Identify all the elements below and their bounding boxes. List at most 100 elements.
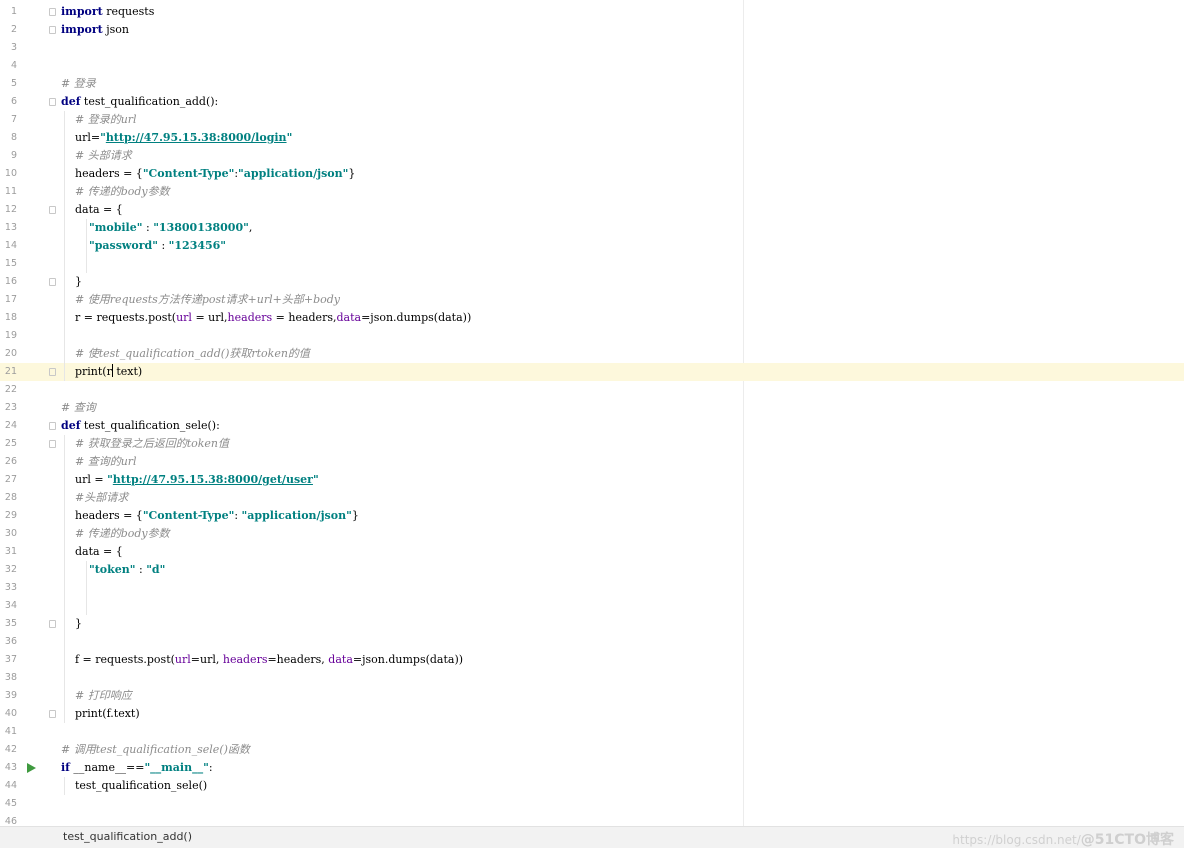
code-line[interactable]: 26 # 查询的url <box>0 453 1184 471</box>
code-text[interactable]: data = { <box>61 543 123 561</box>
fold-marker-icon[interactable] <box>49 8 56 16</box>
code-text[interactable]: data = { <box>61 201 123 219</box>
code-line[interactable]: 30 # 传递的body参数 <box>0 525 1184 543</box>
code-line[interactable]: 25 # 获取登录之后返回的token值 <box>0 435 1184 453</box>
indent-guide <box>64 777 65 795</box>
code-text[interactable]: def test_qualification_sele(): <box>61 417 220 435</box>
code-line[interactable]: 14 "password" : "123456" <box>0 237 1184 255</box>
code-line[interactable]: 38 <box>0 669 1184 687</box>
code-line[interactable]: 34 <box>0 597 1184 615</box>
code-line[interactable]: 6 def test_qualification_add(): <box>0 93 1184 111</box>
code-text[interactable]: import requests <box>61 3 154 21</box>
line-number: 46 <box>4 816 17 826</box>
code-lines[interactable]: 1 import requests 2 import json 3 4 5 # 登录 6 def … <box>0 3 1184 826</box>
code-line[interactable]: 20 # 使test_qualification_add()获取rtoken的值 <box>0 345 1184 363</box>
code-line[interactable]: 10 headers = {"Content-Type":"applicatio… <box>0 165 1184 183</box>
code-text[interactable]: "mobile" : "13800138000", <box>61 219 252 237</box>
code-line[interactable]: 27 url = "http://47.95.15.38:8000/get/us… <box>0 471 1184 489</box>
code-text[interactable]: # 传递的body参数 <box>61 183 170 201</box>
code-text[interactable]: # 登录的url <box>61 111 137 129</box>
code-token: url = <box>61 473 108 486</box>
code-line[interactable]: 22 <box>0 381 1184 399</box>
code-line[interactable]: 35 } <box>0 615 1184 633</box>
code-text[interactable]: # 查询 <box>61 399 96 417</box>
code-editor[interactable]: 1 import requests 2 import json 3 4 5 # 登录 6 def … <box>0 0 1184 826</box>
code-line[interactable]: 17 # 使用requests方法传递post请求+url+头部+body <box>0 291 1184 309</box>
code-text[interactable]: f = requests.post(url=url, headers=heade… <box>61 651 463 669</box>
run-icon[interactable] <box>27 763 36 773</box>
code-line[interactable]: 7 # 登录的url <box>0 111 1184 129</box>
fold-marker-icon[interactable] <box>49 98 56 106</box>
code-line[interactable]: 9 # 头部请求 <box>0 147 1184 165</box>
fold-marker-icon[interactable] <box>49 710 56 718</box>
code-line[interactable]: 1 import requests <box>0 3 1184 21</box>
breadcrumb-function[interactable]: test_qualification_add() <box>63 830 192 843</box>
code-text[interactable]: if __name__=="__main__": <box>61 759 213 777</box>
code-line[interactable]: 19 <box>0 327 1184 345</box>
code-line[interactable]: 15 <box>0 255 1184 273</box>
code-text[interactable]: # 查询的url <box>61 453 137 471</box>
code-text[interactable]: test_qualification_sele() <box>61 777 207 795</box>
code-text[interactable]: print(r text) <box>61 363 142 381</box>
fold-marker-icon[interactable] <box>49 620 56 628</box>
code-text[interactable]: # 登录 <box>61 75 96 93</box>
code-text[interactable]: # 使test_qualification_add()获取rtoken的值 <box>61 345 310 363</box>
code-line[interactable]: 24 def test_qualification_sele(): <box>0 417 1184 435</box>
code-text[interactable]: headers = {"Content-Type": "application/… <box>61 507 359 525</box>
code-line[interactable]: 39 # 打印响应 <box>0 687 1184 705</box>
code-line[interactable]: 12 data = { <box>0 201 1184 219</box>
code-line[interactable]: 44 test_qualification_sele() <box>0 777 1184 795</box>
code-line[interactable]: 33 <box>0 579 1184 597</box>
code-line[interactable]: 31 data = { <box>0 543 1184 561</box>
code-text[interactable]: print(f.text) <box>61 705 140 723</box>
code-line[interactable]: 18 r = requests.post(url = url,headers =… <box>0 309 1184 327</box>
code-text[interactable]: #头部请求 <box>61 489 128 507</box>
code-token: # 打印响应 <box>75 689 132 702</box>
fold-marker-icon[interactable] <box>49 368 56 376</box>
code-token: "d" <box>146 563 166 576</box>
code-text[interactable]: url = "http://47.95.15.38:8000/get/user" <box>61 471 319 489</box>
fold-marker-icon[interactable] <box>49 206 56 214</box>
code-line[interactable]: 16 } <box>0 273 1184 291</box>
code-text[interactable]: headers = {"Content-Type":"application/j… <box>61 165 355 183</box>
code-line[interactable]: 3 <box>0 39 1184 57</box>
code-line[interactable]: 28 #头部请求 <box>0 489 1184 507</box>
code-line[interactable]: 8 url="http://47.95.15.38:8000/login" <box>0 129 1184 147</box>
code-text[interactable]: def test_qualification_add(): <box>61 93 218 111</box>
code-text[interactable]: # 打印响应 <box>61 687 132 705</box>
code-text[interactable]: # 头部请求 <box>61 147 132 165</box>
code-line[interactable]: 23 # 查询 <box>0 399 1184 417</box>
code-line[interactable]: 32 "token" : "d" <box>0 561 1184 579</box>
fold-marker-icon[interactable] <box>49 26 56 34</box>
code-line[interactable]: 46 <box>0 813 1184 826</box>
code-token: f = requests.post( <box>61 653 175 666</box>
code-line[interactable]: 13 "mobile" : "13800138000", <box>0 219 1184 237</box>
code-text[interactable]: import json <box>61 21 129 39</box>
code-text[interactable]: "token" : "d" <box>61 561 165 579</box>
code-line[interactable]: 29 headers = {"Content-Type": "applicati… <box>0 507 1184 525</box>
code-text[interactable]: r = requests.post(url = url,headers = he… <box>61 309 471 327</box>
code-line[interactable]: 5 # 登录 <box>0 75 1184 93</box>
code-line[interactable]: 37 f = requests.post(url=url, headers=he… <box>0 651 1184 669</box>
code-line[interactable]: 36 <box>0 633 1184 651</box>
fold-marker-icon[interactable] <box>49 422 56 430</box>
code-line[interactable]: 2 import json <box>0 21 1184 39</box>
code-text[interactable]: # 使用requests方法传递post请求+url+头部+body <box>61 291 340 309</box>
code-line[interactable]: 40 print(f.text) <box>0 705 1184 723</box>
code-text[interactable]: # 获取登录之后返回的token值 <box>61 435 229 453</box>
line-number: 23 <box>4 402 17 413</box>
code-line[interactable]: 41 <box>0 723 1184 741</box>
code-line[interactable]: 11 # 传递的body参数 <box>0 183 1184 201</box>
fold-marker-icon[interactable] <box>49 278 56 286</box>
code-line[interactable]: 21 print(r text) <box>0 363 1184 381</box>
fold-marker-icon[interactable] <box>49 440 56 448</box>
code-token: data = { <box>61 203 123 216</box>
code-text[interactable]: url="http://47.95.15.38:8000/login" <box>61 129 292 147</box>
code-line[interactable]: 42 # 调用test_qualification_sele()函数 <box>0 741 1184 759</box>
code-token: # 查询 <box>61 401 96 414</box>
code-text[interactable]: # 调用test_qualification_sele()函数 <box>61 741 250 759</box>
code-line[interactable]: 43 if __name__=="__main__": <box>0 759 1184 777</box>
code-text[interactable]: # 传递的body参数 <box>61 525 170 543</box>
code-line[interactable]: 4 <box>0 57 1184 75</box>
code-line[interactable]: 45 <box>0 795 1184 813</box>
